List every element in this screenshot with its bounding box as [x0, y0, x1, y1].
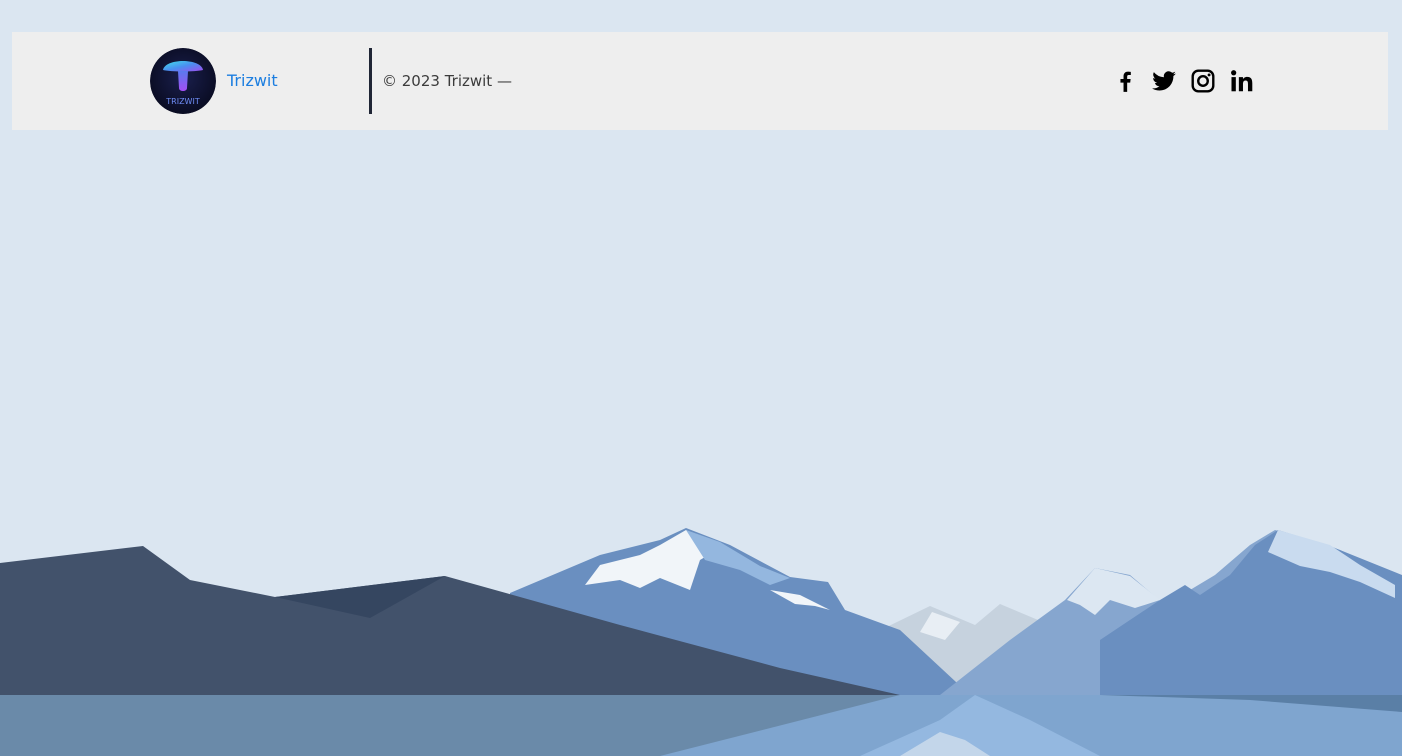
brand-link[interactable]: TRIZWIT Trizwit [150, 48, 278, 114]
facebook-icon [1120, 71, 1131, 92]
footer-divider [369, 48, 372, 114]
footer-bar: TRIZWIT Trizwit © 2023 Trizwit — [12, 32, 1388, 130]
logo-wordmark: TRIZWIT [165, 97, 200, 106]
linkedin-link[interactable] [1229, 68, 1255, 94]
social-links [1112, 67, 1255, 95]
mountain-landscape-illustration [0, 528, 1402, 756]
trizwit-logo: TRIZWIT [150, 48, 216, 114]
brand-name[interactable]: Trizwit [227, 73, 278, 89]
instagram-icon [1191, 69, 1215, 93]
twitter-link[interactable] [1151, 68, 1177, 94]
twitter-icon [1152, 71, 1176, 91]
facebook-link[interactable] [1112, 68, 1138, 94]
instagram-link[interactable] [1190, 68, 1216, 94]
copyright-text: © 2023 Trizwit — [382, 72, 512, 90]
page: TRIZWIT Trizwit © 2023 Trizwit — [0, 0, 1402, 756]
mushroom-logo-icon: TRIZWIT [150, 48, 216, 114]
linkedin-icon [1231, 70, 1253, 92]
